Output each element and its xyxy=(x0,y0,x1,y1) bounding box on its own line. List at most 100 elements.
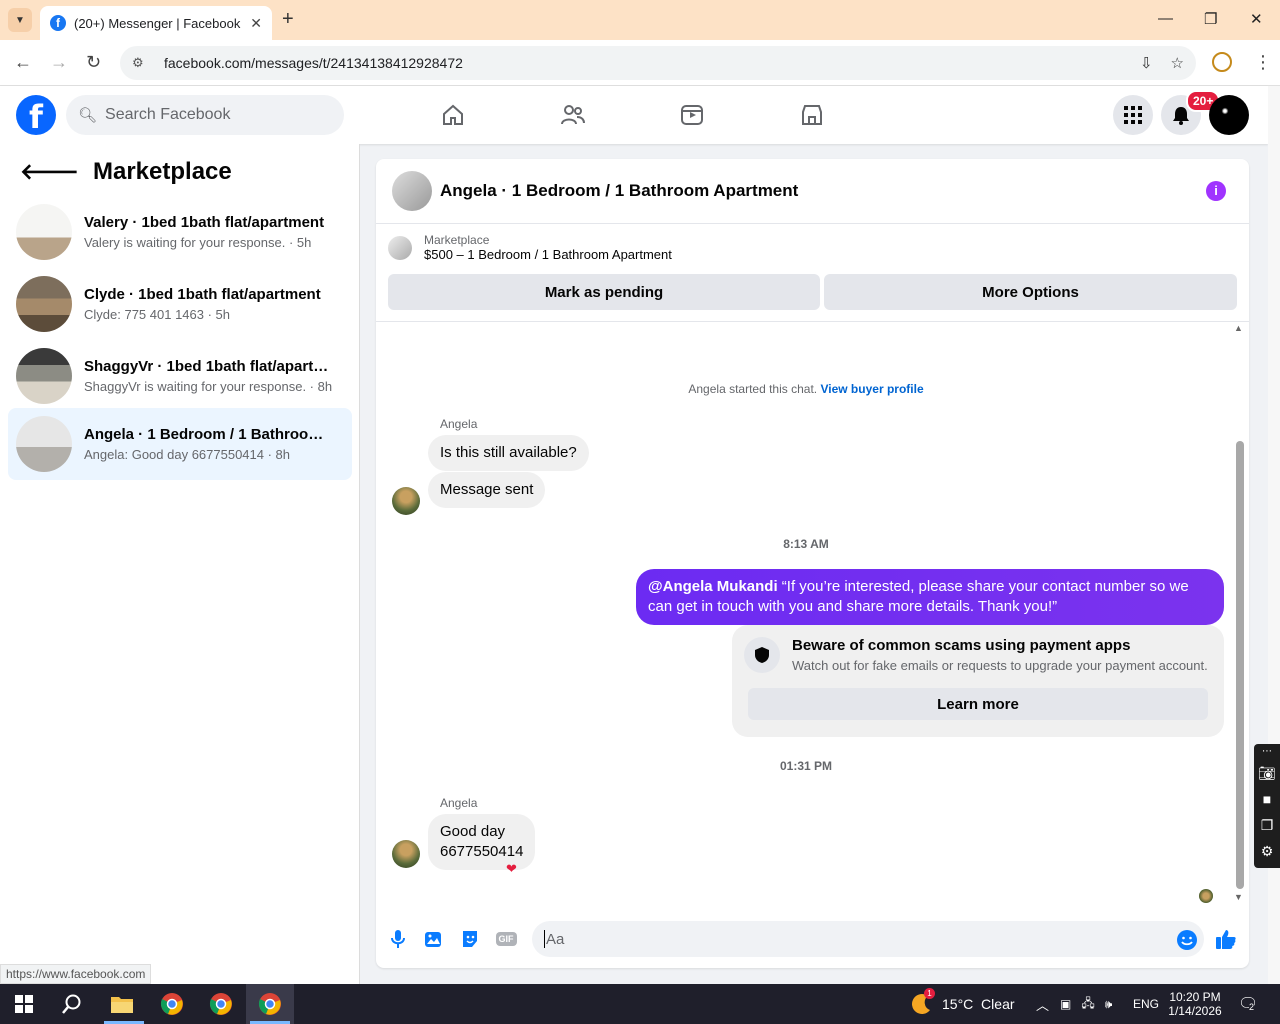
marketplace-listing[interactable]: Marketplace $500 – 1 Bedroom / 1 Bathroo… xyxy=(388,233,672,262)
url-bar[interactable]: ⚙ facebook.com/messages/t/24134138412928… xyxy=(120,46,1196,80)
clock-time: 10:20 PM xyxy=(1169,990,1221,1004)
windows-icon[interactable]: ❐ xyxy=(1254,812,1280,838)
minimize-icon[interactable]: — xyxy=(1158,10,1173,27)
menu-grid-icon[interactable] xyxy=(1113,95,1153,135)
search-taskbar-icon[interactable] xyxy=(58,990,86,1018)
scroll-down-arrow-icon[interactable]: ▼ xyxy=(1234,892,1243,902)
more-options-button[interactable]: More Options xyxy=(824,274,1237,310)
chrome-active-icon[interactable] xyxy=(256,990,284,1018)
listing-title: $500 – 1 Bedroom / 1 Bathroom Apartment xyxy=(424,247,672,262)
timestamp: 01:31 PM xyxy=(779,759,833,773)
status-bar-url: https://www.facebook.com xyxy=(0,964,152,984)
incoming-message[interactable]: Good day 6677550414 xyxy=(428,814,536,870)
volume-icon[interactable]: 🕪︎ xyxy=(1105,997,1113,1012)
chat-header: Angela · 1 Bedroom / 1 Bathroom Apartmen… xyxy=(376,159,1249,224)
sender-avatar[interactable] xyxy=(392,840,420,868)
shield-icon xyxy=(744,637,780,673)
weather-moon-icon: 1 xyxy=(910,988,935,1016)
home-icon[interactable] xyxy=(438,100,468,130)
seen-receipt-avatar xyxy=(1199,889,1213,903)
meet-now-icon[interactable]: ▣ xyxy=(1060,997,1071,1011)
view-buyer-profile-link[interactable]: View buyer profile xyxy=(820,382,923,396)
heart-reaction-icon[interactable]: ❤ xyxy=(506,861,517,877)
back-icon[interactable]: ← xyxy=(14,52,32,73)
browser-tab[interactable]: f (20+) Messenger | Facebook ✕ xyxy=(40,6,272,40)
weather-text: 15°C Clear xyxy=(942,996,1015,1012)
notification-center-icon[interactable]: 🗨︎2 xyxy=(1238,984,1258,1024)
settings-gear-icon[interactable]: ⚙ xyxy=(1254,838,1280,864)
friends-icon[interactable] xyxy=(558,100,588,130)
conversation-preview: Angela: Good day 6677550414 · 8h xyxy=(84,447,291,462)
chrome-icon[interactable] xyxy=(158,990,186,1018)
conversation-name: Clyde · 1bed 1bath flat/apartment xyxy=(84,286,321,303)
marketplace-icon[interactable] xyxy=(797,100,827,130)
clock-date: 1/14/2026 xyxy=(1168,1004,1222,1018)
microphone-icon[interactable] xyxy=(386,927,410,951)
new-tab-button[interactable]: + xyxy=(282,8,294,31)
search-input[interactable]: 🔍︎ Search Facebook xyxy=(66,95,344,135)
listing-thumbnail xyxy=(16,348,72,404)
site-settings-icon[interactable]: ⚙ xyxy=(132,55,152,71)
chrome-profile-icon[interactable] xyxy=(207,990,235,1018)
conversation-item-active[interactable]: Angela · 1 Bedroom / 1 Bathroom Apartmen… xyxy=(8,408,352,480)
outgoing-message[interactable]: @Angela Mukandi “If you’re interested, p… xyxy=(636,569,1224,625)
tray-chevron-icon[interactable]: ︿ xyxy=(1036,984,1049,1024)
url-text[interactable]: facebook.com/messages/t/2413413841292847… xyxy=(164,55,1122,71)
profile-icon[interactable] xyxy=(1212,52,1232,72)
conversation-item[interactable]: ShaggyVr · 1bed 1bath flat/apartment Sha… xyxy=(8,340,352,412)
mention[interactable]: @Angela Mukandi xyxy=(648,578,778,595)
timestamp: 8:13 AM xyxy=(783,537,829,551)
account-avatar[interactable] xyxy=(1209,95,1249,135)
language-indicator[interactable]: ENG xyxy=(1133,984,1159,1024)
restore-icon[interactable]: ❐ xyxy=(1204,10,1217,28)
search-icon: 🔍︎ xyxy=(78,107,98,124)
clock[interactable]: 10:20 PM 1/14/2026 xyxy=(1168,984,1222,1024)
camera-icon[interactable]: 📷︎ xyxy=(1254,760,1280,786)
toolbar-more-icon[interactable]: ⋯ xyxy=(1254,744,1280,760)
conversation-item[interactable]: Clyde · 1bed 1bath flat/apartment Clyde:… xyxy=(8,268,352,340)
browser-menu-icon[interactable]: ⋮ xyxy=(1254,52,1272,73)
marketplace-label: Marketplace xyxy=(424,233,490,247)
gif-label: GIF xyxy=(495,932,517,946)
video-camera-icon[interactable]: ■ xyxy=(1254,786,1280,812)
emoji-icon[interactable] xyxy=(1175,928,1199,952)
scam-warning-description: Watch out for fake emails or requests to… xyxy=(792,658,1208,673)
bookmark-star-icon[interactable]: ☆ xyxy=(1171,54,1184,72)
weather-widget[interactable]: 1 15°C Clear xyxy=(910,984,1015,1024)
incoming-message[interactable]: Message sent xyxy=(428,472,546,508)
sticker-icon[interactable] xyxy=(458,927,482,951)
chat-title[interactable]: Angela · 1 Bedroom / 1 Bathroom Apartmen… xyxy=(440,181,798,201)
network-icon[interactable]: 🖧︎ xyxy=(1081,994,1094,1015)
conversation-preview: ShaggyVr is waiting for your response. ·… xyxy=(84,379,333,394)
reload-icon[interactable]: ↻ xyxy=(86,52,101,73)
weather-badge: 1 xyxy=(924,988,935,999)
file-explorer-icon[interactable] xyxy=(108,990,136,1018)
mark-as-pending-button[interactable]: Mark as pending xyxy=(388,274,820,310)
video-icon[interactable] xyxy=(677,100,707,130)
chat-listing-avatar[interactable] xyxy=(392,171,432,211)
close-window-icon[interactable]: ✕ xyxy=(1250,10,1263,28)
back-arrow-icon[interactable]: 🡐 xyxy=(20,159,79,185)
photo-icon[interactable] xyxy=(422,927,446,951)
conversation-item[interactable]: Valery · 1bed 1bath flat/apartment Valer… xyxy=(8,196,352,268)
sender-avatar[interactable] xyxy=(392,487,420,515)
like-thumbs-up-icon[interactable] xyxy=(1214,927,1238,951)
facebook-favicon-icon: f xyxy=(50,15,66,31)
chat-scrollbar[interactable] xyxy=(1236,441,1244,889)
forward-icon[interactable]: → xyxy=(50,52,68,73)
message-input[interactable]: Aa xyxy=(532,921,1204,957)
gif-icon[interactable]: GIF xyxy=(494,927,518,951)
install-app-icon[interactable]: ⇩ xyxy=(1140,54,1153,72)
chat-started-text: Angela started this chat. xyxy=(688,382,818,396)
learn-more-button[interactable]: Learn more xyxy=(748,688,1208,720)
sender-name: Angela xyxy=(440,796,478,810)
facebook-logo-icon[interactable]: f xyxy=(16,95,56,136)
incoming-message[interactable]: Is this still available? xyxy=(428,435,589,471)
tray-icons: ▣ 🖧︎ 🕪︎ xyxy=(1060,984,1112,1024)
tab-close-icon[interactable]: ✕ xyxy=(250,15,262,32)
windows-start-icon[interactable] xyxy=(10,990,38,1018)
windows-taskbar: 1 15°C Clear ︿ ▣ 🖧︎ 🕪︎ ENG 10:20 PM 1/14… xyxy=(0,984,1280,1024)
scroll-up-arrow-icon[interactable]: ▲ xyxy=(1234,323,1243,333)
info-icon[interactable]: i xyxy=(1206,181,1226,201)
tab-search-button[interactable]: ▼ xyxy=(8,8,32,32)
